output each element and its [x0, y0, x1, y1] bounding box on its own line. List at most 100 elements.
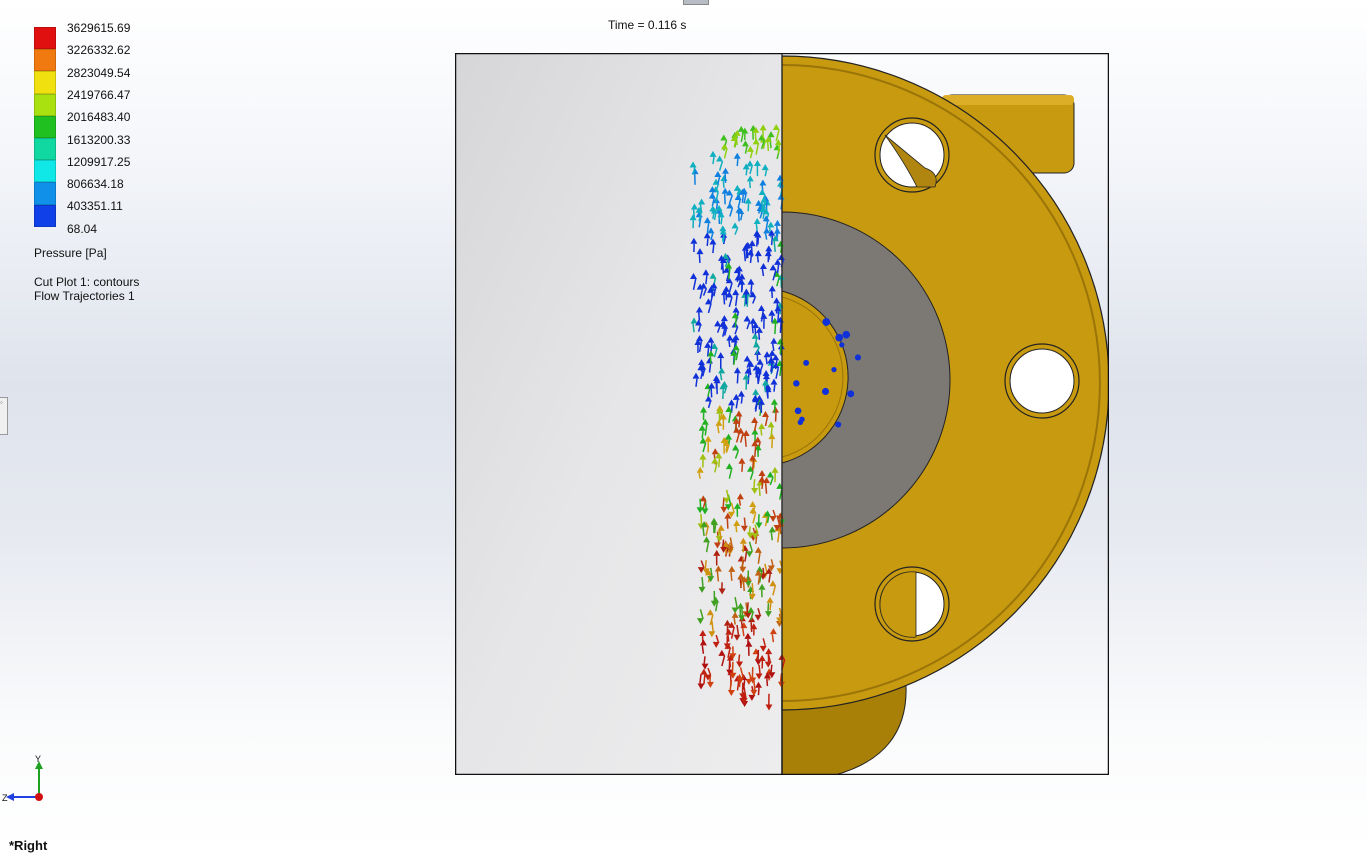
plot-info: Cut Plot 1: contours Flow Trajectories 1	[34, 275, 139, 303]
trajectory-line	[754, 446, 757, 457]
legend-swatch	[34, 137, 56, 161]
trajectory-line	[740, 396, 743, 404]
axis-y-label: Y	[35, 755, 41, 764]
trajectory-line	[741, 194, 745, 203]
trajectory-dot	[793, 380, 800, 387]
legend-value: 1613200.33	[67, 132, 131, 147]
trajectory-line	[756, 374, 759, 385]
legend-value: 2823049.54	[67, 65, 131, 80]
trajectory-line	[774, 323, 777, 335]
trajectory-line	[763, 385, 767, 393]
legend-value: 403351.11	[67, 199, 123, 214]
axis-z-label: Z	[2, 793, 8, 803]
trajectory-line	[736, 158, 739, 167]
legend-value: 806634.18	[67, 177, 124, 192]
axis-triad: Y Z	[2, 755, 43, 803]
trajectory-line	[741, 463, 744, 472]
trajectory-line	[730, 571, 733, 581]
trajectory-line	[766, 141, 770, 152]
trajectory-line	[756, 255, 760, 263]
trajectory-line	[692, 323, 695, 333]
side-panel-handle[interactable]: ◦	[0, 397, 8, 435]
trajectory-line	[748, 526, 751, 533]
trajectory-line	[768, 251, 771, 261]
trajectory-line	[773, 384, 776, 392]
trajectory-dot	[842, 330, 851, 339]
trajectory-line	[764, 233, 768, 240]
trajectory-dot	[831, 367, 837, 373]
legend-swatch	[34, 204, 56, 227]
trajectory-line	[777, 311, 780, 323]
legend-title: Pressure [Pa]	[34, 246, 107, 260]
trajectory-line	[756, 236, 759, 247]
trajectory-line	[761, 268, 765, 277]
trajectory-dot	[821, 387, 830, 396]
trajectory-line	[728, 340, 731, 348]
trajectory-line	[771, 634, 775, 643]
trajectory-dot	[799, 416, 805, 423]
trajectory-line	[740, 621, 744, 628]
trajectory-line	[703, 656, 706, 664]
trajectory-dot	[835, 333, 843, 342]
trajectory-line	[717, 458, 721, 468]
view-orientation-label: *Right	[9, 838, 48, 853]
trajectory-line	[706, 238, 709, 246]
trajectory-line	[769, 602, 772, 611]
trajectory-line	[770, 664, 773, 673]
trajectory-line	[701, 576, 704, 587]
trajectory-line	[722, 234, 725, 243]
legend-value: 2016483.40	[67, 110, 131, 125]
legend-swatch	[34, 93, 56, 116]
trajectory-dot	[854, 354, 862, 361]
trajectory-line	[736, 373, 739, 384]
trajectory-line	[776, 264, 780, 274]
trajectory-dot	[847, 390, 855, 398]
trajectory-line	[735, 423, 738, 431]
trajectory-dot	[794, 407, 802, 415]
trajectory-line	[777, 145, 781, 154]
legend-value: 2419766.47	[67, 87, 131, 102]
trajectory-line	[738, 416, 741, 428]
trajectory-line	[746, 247, 749, 259]
trajectory-line	[743, 517, 746, 526]
trajectory-line	[758, 664, 761, 674]
trajectory-line	[726, 518, 729, 529]
trajectory-line	[712, 244, 715, 254]
trajectory-line	[766, 392, 769, 399]
trajectory-line	[722, 180, 725, 188]
trajectory-line	[701, 430, 704, 439]
trajectory-line	[751, 583, 754, 595]
trajectory-line	[699, 498, 702, 508]
trajectory-line	[770, 427, 773, 437]
trajectory-line	[701, 645, 705, 654]
trajectory-line	[750, 246, 753, 257]
legend-value: 68.04	[67, 221, 98, 236]
model-viewport[interactable]	[455, 53, 1109, 775]
trajectory-line	[738, 499, 742, 506]
trajectory-line	[721, 539, 725, 548]
legend-swatch	[34, 27, 56, 50]
trajectory-dot	[835, 421, 842, 428]
trajectories-label[interactable]: Flow Trajectories 1	[34, 289, 139, 303]
time-label: Time = 0.116 s	[608, 18, 687, 32]
trajectory-line	[749, 255, 753, 264]
top-tab-handle[interactable]	[683, 0, 709, 5]
trajectory-line	[753, 479, 756, 489]
trajectory-line	[729, 660, 732, 668]
trajectory-line	[698, 254, 701, 264]
trajectory-line	[761, 482, 764, 490]
trajectory-line	[740, 608, 744, 616]
cut-plot-label[interactable]: Cut Plot 1: contours	[34, 275, 139, 289]
trajectory-line	[751, 323, 754, 334]
trajectory-line	[779, 322, 782, 333]
trajectory-line	[779, 673, 783, 682]
trajectory-line	[758, 332, 761, 340]
trajectory-line	[750, 284, 753, 295]
trajectory-line	[744, 435, 747, 447]
trajectory-line	[734, 318, 737, 328]
trajectory-line	[713, 525, 717, 534]
trajectory-line	[746, 602, 749, 613]
trajectory-line	[745, 169, 748, 176]
legend-swatch	[34, 115, 56, 138]
trajectory-line	[762, 567, 765, 574]
